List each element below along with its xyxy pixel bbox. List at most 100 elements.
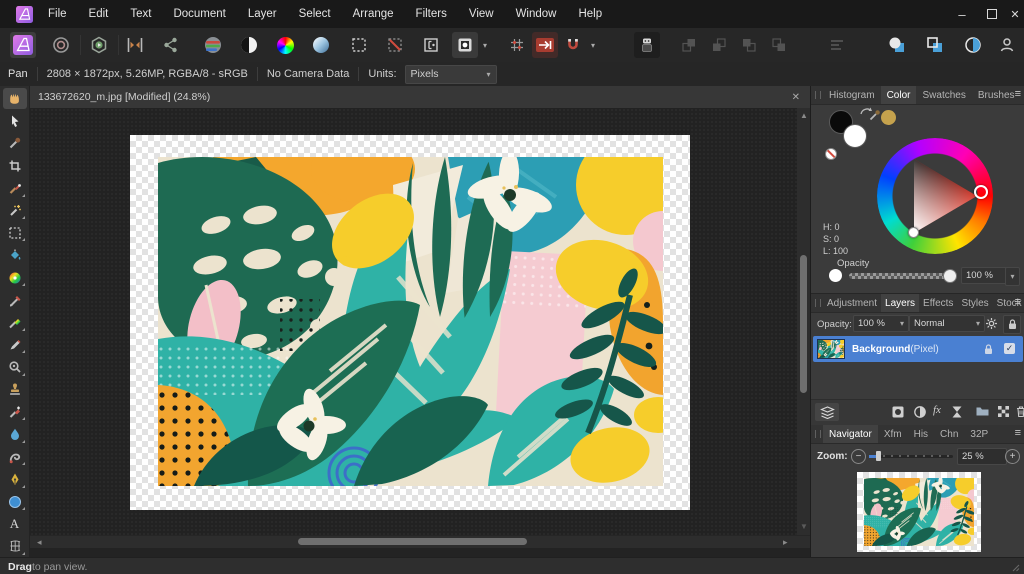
tone-mapping-persona-button[interactable] bbox=[122, 32, 148, 58]
menu-layer[interactable]: Layer bbox=[237, 8, 288, 20]
blend-options-button[interactable] bbox=[983, 315, 1000, 332]
shape-tool[interactable] bbox=[3, 491, 27, 512]
horizontal-scrollbar[interactable]: ◂ ▸ bbox=[30, 535, 810, 548]
delete-layer-trash-icon[interactable] bbox=[1015, 405, 1024, 418]
group-layers-folder-icon[interactable] bbox=[975, 405, 990, 418]
opacity-slider-knob[interactable] bbox=[943, 269, 957, 283]
tab-chn[interactable]: Chn bbox=[934, 425, 964, 443]
opacity-dropdown[interactable]: ▾ bbox=[1005, 267, 1020, 286]
zoom-out-button[interactable]: − bbox=[851, 449, 866, 464]
tab-color[interactable]: Color bbox=[880, 86, 917, 104]
layer-row-background[interactable]: Background (Pixel) ✓ bbox=[813, 336, 1023, 362]
tab-adjustment[interactable]: Adjustment bbox=[823, 294, 881, 312]
color-picker-tool[interactable] bbox=[3, 133, 27, 154]
selection-brush-tool[interactable] bbox=[3, 178, 27, 199]
picked-color-swatch[interactable] bbox=[881, 110, 896, 125]
develop-persona-button[interactable] bbox=[86, 32, 112, 58]
blemish-removal-tool[interactable] bbox=[3, 357, 27, 378]
photo-persona-button[interactable] bbox=[10, 32, 36, 58]
tab-brushes[interactable]: Brushes bbox=[972, 86, 1021, 104]
pixel-alignment-button[interactable] bbox=[532, 32, 558, 58]
menu-view[interactable]: View bbox=[458, 8, 505, 20]
hue-selector[interactable] bbox=[974, 185, 988, 199]
new-pattern-layer-icon[interactable] bbox=[997, 405, 1010, 418]
live-filter-icon[interactable] bbox=[951, 405, 963, 419]
document-tab[interactable]: 133672620_m.jpg [Modified] (24.8%) ✕ bbox=[30, 86, 810, 109]
insert-inside-button[interactable] bbox=[922, 32, 948, 58]
zoom-value-box[interactable]: 25 % bbox=[957, 448, 1007, 465]
layer-visibility-checkbox[interactable]: ✓ bbox=[1004, 343, 1015, 354]
no-color-swatch[interactable] bbox=[825, 148, 837, 160]
background-color-swatch[interactable] bbox=[843, 124, 867, 148]
tab-xfm[interactable]: Xfm bbox=[878, 425, 908, 443]
color-wheel[interactable] bbox=[877, 138, 993, 254]
lightness-selector[interactable] bbox=[908, 227, 919, 238]
export-persona-button[interactable] bbox=[158, 32, 184, 58]
mask-mode-button[interactable] bbox=[452, 32, 478, 58]
tab-his[interactable]: His bbox=[908, 425, 934, 443]
crop-tool[interactable] bbox=[3, 155, 27, 176]
auto-white-balance-button[interactable] bbox=[308, 32, 334, 58]
menu-select[interactable]: Select bbox=[288, 8, 342, 20]
move-to-front-button[interactable] bbox=[676, 32, 702, 58]
pen-tool[interactable] bbox=[3, 469, 27, 490]
color-picker-icon[interactable] bbox=[869, 108, 882, 121]
panel-grip[interactable] bbox=[815, 91, 821, 99]
panel-menu-icon[interactable]: ≡ bbox=[1015, 88, 1021, 100]
alignment-button[interactable] bbox=[824, 32, 850, 58]
deselect-button[interactable] bbox=[382, 32, 408, 58]
mask-layer-icon[interactable] bbox=[891, 405, 905, 419]
mesh-warp-tool[interactable] bbox=[3, 536, 27, 557]
opacity-value-box[interactable]: 100 % bbox=[961, 267, 1009, 284]
zoom-slider-knob[interactable] bbox=[876, 451, 881, 461]
auto-levels-button[interactable] bbox=[200, 32, 226, 58]
auto-colours-button[interactable] bbox=[272, 32, 298, 58]
tab-effects[interactable]: Effects bbox=[919, 294, 957, 312]
marquee-tool[interactable] bbox=[3, 222, 27, 243]
text-tool[interactable]: A bbox=[3, 513, 27, 534]
tab-navigator[interactable]: Navigator bbox=[823, 425, 878, 443]
blend-mode-dropdown[interactable]: Normal ▾ bbox=[909, 315, 985, 332]
panel-menu-icon[interactable]: ≡ bbox=[1015, 296, 1021, 308]
smudge-tool[interactable] bbox=[3, 446, 27, 467]
refine-selection-button[interactable] bbox=[418, 32, 444, 58]
move-tool[interactable] bbox=[3, 110, 27, 131]
menu-arrange[interactable]: Arrange bbox=[342, 8, 405, 20]
layer-stack-button[interactable] bbox=[815, 403, 839, 421]
lock-layer-button[interactable] bbox=[1003, 315, 1021, 334]
scroll-left-icon[interactable]: ◂ bbox=[37, 538, 42, 547]
menu-document[interactable]: Document bbox=[162, 8, 236, 20]
flood-fill-tool[interactable] bbox=[3, 245, 27, 266]
mask-mode-dropdown[interactable]: ▾ bbox=[478, 32, 492, 58]
gradient-tool[interactable] bbox=[3, 267, 27, 288]
canvas-viewport[interactable] bbox=[30, 108, 797, 535]
tab-32p[interactable]: 32P bbox=[964, 425, 994, 443]
zoom-in-button[interactable]: + bbox=[1005, 449, 1020, 464]
scroll-right-icon[interactable]: ▸ bbox=[783, 538, 788, 547]
vertical-scrollbar-thumb[interactable] bbox=[800, 255, 807, 393]
panel-grip[interactable] bbox=[815, 299, 821, 307]
blur-tool[interactable] bbox=[3, 424, 27, 445]
menu-window[interactable]: Window bbox=[505, 8, 568, 20]
flood-select-tool[interactable] bbox=[3, 200, 27, 221]
zoom-slider[interactable] bbox=[869, 451, 953, 461]
resize-grip-icon[interactable] bbox=[1012, 564, 1020, 572]
minimize-button[interactable]: – bbox=[952, 0, 972, 28]
paint-brush-tool[interactable] bbox=[3, 290, 27, 311]
adjustment-layer-icon[interactable] bbox=[913, 405, 927, 419]
liquify-persona-button[interactable] bbox=[48, 32, 74, 58]
new-selection-button[interactable] bbox=[346, 32, 372, 58]
scroll-down-icon[interactable]: ▼ bbox=[800, 523, 808, 531]
menu-help[interactable]: Help bbox=[567, 8, 613, 20]
tab-swatches[interactable]: Swatches bbox=[916, 86, 971, 104]
insert-on-top-button[interactable] bbox=[960, 32, 986, 58]
panel-grip[interactable] bbox=[815, 430, 821, 438]
account-button[interactable] bbox=[994, 32, 1020, 58]
tab-histogram[interactable]: Histogram bbox=[823, 86, 881, 104]
move-to-back-button[interactable] bbox=[766, 32, 792, 58]
tab-layers[interactable]: Layers bbox=[881, 294, 920, 312]
color-replacement-tool[interactable] bbox=[3, 312, 27, 333]
panel-menu-icon[interactable]: ≡ bbox=[1015, 427, 1021, 439]
opacity-slider[interactable] bbox=[849, 273, 953, 279]
layer-lock-icon[interactable] bbox=[984, 344, 993, 355]
